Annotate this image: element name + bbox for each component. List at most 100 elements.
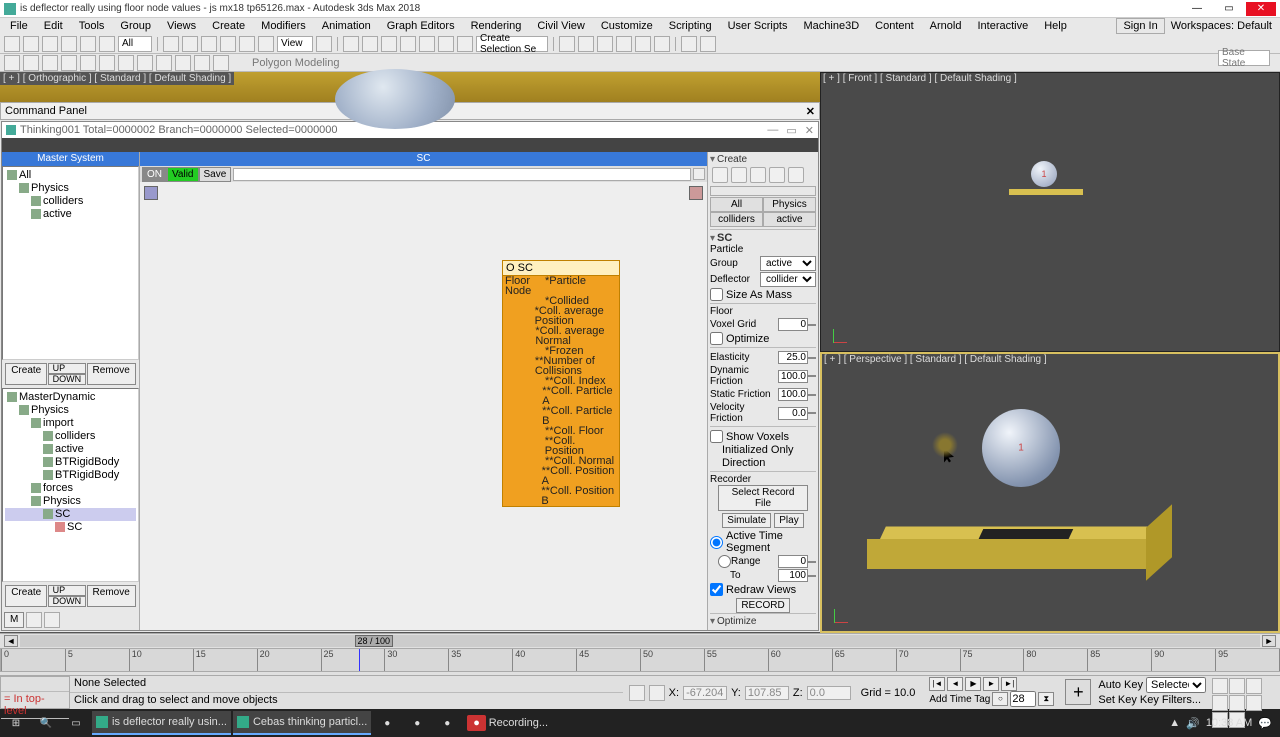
- time-track[interactable]: 28 / 100: [20, 635, 1260, 647]
- key-mode[interactable]: ○: [992, 692, 1008, 706]
- tool-icon[interactable]: [23, 55, 39, 71]
- tool-icon[interactable]: [239, 36, 255, 52]
- tool-icon[interactable]: [316, 36, 332, 52]
- cat-icon[interactable]: [769, 167, 785, 183]
- dynfric-input[interactable]: [778, 370, 808, 383]
- task-app[interactable]: ●: [373, 711, 401, 735]
- output-chip[interactable]: [689, 186, 703, 200]
- tool-icon[interactable]: [457, 36, 473, 52]
- range-radio[interactable]: [718, 555, 731, 568]
- create-section[interactable]: Create: [710, 154, 816, 165]
- task-app[interactable]: ●: [433, 711, 461, 735]
- tool-icon[interactable]: [156, 55, 172, 71]
- goto-end[interactable]: ►|: [1001, 677, 1017, 691]
- menu-interactive[interactable]: Interactive: [969, 20, 1036, 32]
- tray-clock[interactable]: 10:38 AM: [1206, 717, 1252, 729]
- voxel-input[interactable]: [778, 318, 808, 331]
- nav-icon[interactable]: [1212, 695, 1228, 711]
- time-next[interactable]: ►: [1262, 635, 1276, 647]
- tool-icon[interactable]: [80, 55, 96, 71]
- tool-icon[interactable]: [362, 36, 378, 52]
- m-button[interactable]: M: [4, 612, 24, 628]
- tool-icon[interactable]: [80, 36, 96, 52]
- up-button-2[interactable]: UP: [48, 585, 87, 596]
- graph-tool-icon[interactable]: [693, 168, 705, 180]
- cat-icon[interactable]: [788, 167, 804, 183]
- next-frame[interactable]: ►: [983, 677, 999, 691]
- menu-rendering[interactable]: Rendering: [463, 20, 530, 32]
- tray-icon[interactable]: ▲: [1169, 717, 1180, 729]
- tree-groups[interactable]: All Physics colliders active: [2, 166, 139, 360]
- tool-icon[interactable]: [343, 36, 359, 52]
- big-key-button[interactable]: +: [1065, 679, 1091, 705]
- menu-civilview[interactable]: Civil View: [529, 20, 592, 32]
- menu-grapheditors[interactable]: Graph Editors: [379, 20, 463, 32]
- create-button[interactable]: Create: [5, 363, 47, 385]
- play-anim[interactable]: ▶: [965, 677, 981, 691]
- tool-icon[interactable]: [213, 55, 229, 71]
- search-icon[interactable]: 🔍: [32, 711, 60, 735]
- tool-icon[interactable]: [616, 36, 632, 52]
- maximize-button[interactable]: ▭: [1214, 2, 1244, 16]
- menu-arnold[interactable]: Arnold: [922, 20, 970, 32]
- menu-tools[interactable]: Tools: [71, 20, 113, 32]
- setkey-button[interactable]: Set Key: [1098, 694, 1137, 706]
- deflector-select[interactable]: colliders: [760, 272, 816, 287]
- tool-icon[interactable]: [597, 36, 613, 52]
- down-button[interactable]: DOWN: [48, 374, 87, 385]
- autokey-button[interactable]: Auto Key: [1098, 679, 1143, 691]
- cat-icon[interactable]: [750, 167, 766, 183]
- tool-icon[interactable]: [681, 36, 697, 52]
- tool-icon[interactable]: [258, 36, 274, 52]
- viewport-label[interactable]: [ + ] [ Orthographic ] [ Standard ] [ De…: [0, 72, 234, 85]
- close-panel-button[interactable]: ✕: [806, 105, 815, 118]
- lock-icon[interactable]: [629, 685, 645, 701]
- key-target[interactable]: Selected: [1146, 677, 1206, 693]
- z-coord[interactable]: 0.0: [807, 686, 851, 700]
- valid-button[interactable]: Valid: [167, 167, 199, 182]
- nav-icon[interactable]: [1229, 695, 1245, 711]
- save-button[interactable]: Save: [199, 167, 232, 182]
- tree-dynamics[interactable]: MasterDynamic Physics import colliders a…: [2, 388, 139, 582]
- x-coord[interactable]: -67.204: [683, 686, 727, 700]
- tab-physics[interactable]: Physics: [763, 197, 816, 212]
- menu-create[interactable]: Create: [204, 20, 253, 32]
- time-config[interactable]: ⧗: [1038, 692, 1054, 706]
- menu-scripting[interactable]: Scripting: [661, 20, 720, 32]
- create-button-2[interactable]: Create: [5, 585, 47, 607]
- nav-icon[interactable]: [1212, 678, 1228, 694]
- util-icon[interactable]: [44, 612, 60, 628]
- tool-icon[interactable]: [578, 36, 594, 52]
- statfric-input[interactable]: [778, 388, 808, 401]
- nav-icon[interactable]: [1246, 695, 1262, 711]
- close-icon[interactable]: ✕: [805, 124, 814, 137]
- graph-name-input[interactable]: [233, 168, 691, 181]
- coord-dropdown[interactable]: View: [277, 36, 313, 52]
- tool-icon[interactable]: [118, 55, 134, 71]
- play-button[interactable]: Play: [774, 513, 803, 528]
- remove-button[interactable]: Remove: [87, 363, 136, 385]
- menu-userscripts[interactable]: User Scripts: [720, 20, 796, 32]
- sign-in[interactable]: Sign In: [1116, 18, 1164, 34]
- prev-frame[interactable]: ◄: [947, 677, 963, 691]
- record-button[interactable]: RECORD: [736, 598, 789, 613]
- size-as-mass-check[interactable]: [710, 288, 723, 301]
- tab-all[interactable]: All: [710, 197, 763, 212]
- tool-icon[interactable]: [220, 36, 236, 52]
- menu-customize[interactable]: Customize: [593, 20, 661, 32]
- input-chip[interactable]: [144, 186, 158, 200]
- down-button-2[interactable]: DOWN: [48, 596, 87, 607]
- tool-icon[interactable]: [42, 55, 58, 71]
- up-button[interactable]: UP: [48, 363, 87, 374]
- tool-icon[interactable]: [400, 36, 416, 52]
- time-thumb[interactable]: 28 / 100: [355, 635, 393, 647]
- tool-icon[interactable]: [635, 36, 651, 52]
- tool-icon[interactable]: [42, 36, 58, 52]
- task-cebas[interactable]: Cebas thinking particl...: [233, 711, 371, 735]
- workspaces[interactable]: Workspaces: Default: [1171, 20, 1272, 32]
- tool-icon[interactable]: [163, 36, 179, 52]
- menu-animation[interactable]: Animation: [314, 20, 379, 32]
- tool-icon[interactable]: [23, 36, 39, 52]
- taskview-icon[interactable]: ▭: [62, 711, 90, 735]
- select-record-button[interactable]: Select Record File: [718, 485, 808, 511]
